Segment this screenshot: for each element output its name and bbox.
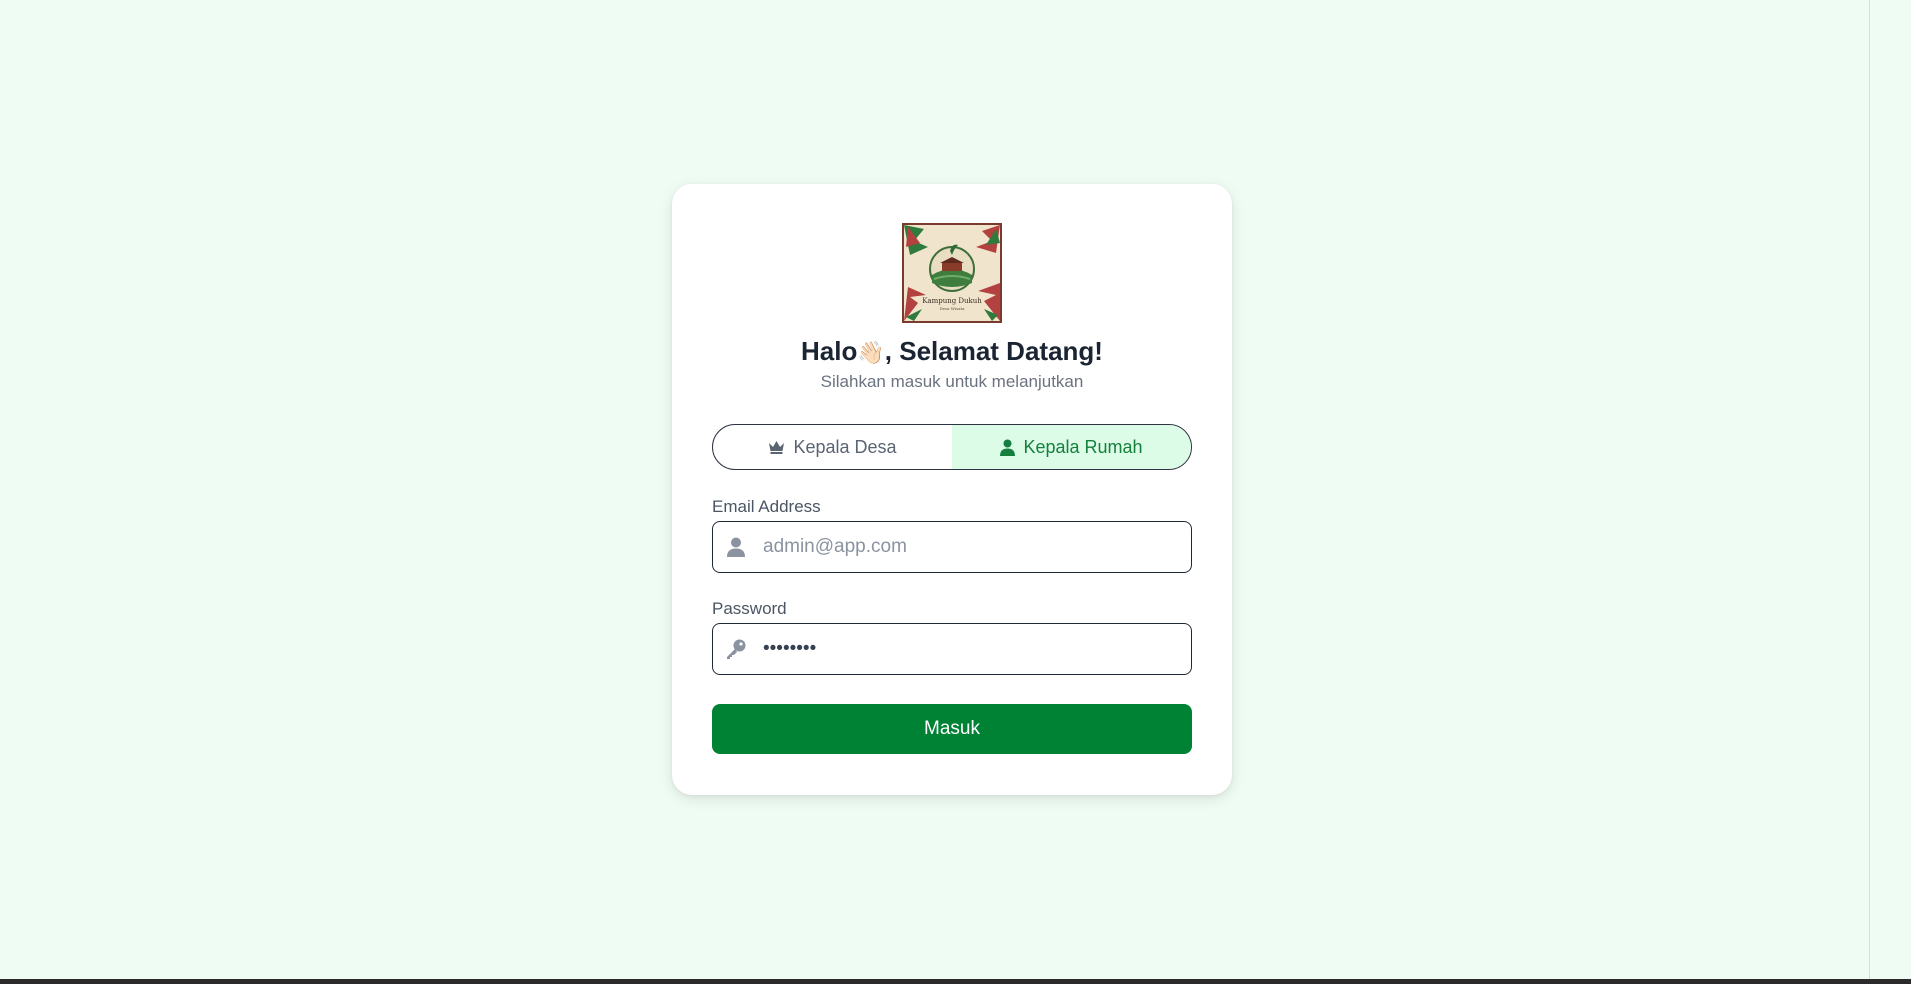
login-card: Kampung Dukuh Desa Wisata Halo👋🏻, Selama… [672, 184, 1232, 795]
role-option-label: Kepala Desa [793, 436, 897, 457]
page-background: Kampung Dukuh Desa Wisata Halo👋🏻, Selama… [0, 0, 1869, 979]
window-edge [1869, 0, 1911, 979]
waving-hand-icon: 👋🏻 [857, 340, 885, 365]
page-subtitle: Silahkan masuk untuk melanjutkan [820, 372, 1084, 391]
crown-icon [769, 441, 785, 454]
logo-title: Kampung Dukuh [922, 297, 982, 305]
role-toggle: Kepala Desa Kepala Rumah [712, 424, 1192, 470]
password-label: Password [712, 599, 787, 618]
email-label: Email Address [712, 497, 821, 516]
password-input[interactable] [763, 624, 1183, 674]
logo-image: Kampung Dukuh Desa Wisata [904, 225, 1000, 321]
logo-subtitle: Desa Wisata [939, 306, 965, 311]
key-icon [727, 639, 746, 659]
village-logo: Kampung Dukuh Desa Wisata [902, 223, 1002, 323]
page-title: Halo👋🏻, Selamat Datang! [672, 336, 1232, 367]
title-suffix: , Selamat Datang! [884, 336, 1103, 366]
role-option-kepala-desa[interactable]: Kepala Desa [713, 425, 952, 469]
role-option-kepala-rumah[interactable]: Kepala Rumah [952, 425, 1191, 469]
title-prefix: Halo [801, 336, 858, 366]
login-submit-button[interactable]: Masuk [712, 704, 1192, 754]
user-icon [1000, 439, 1016, 456]
email-field-wrapper [712, 521, 1192, 573]
role-option-label: Kepala Rumah [1023, 436, 1143, 457]
email-input[interactable] [763, 522, 1183, 572]
password-field-wrapper [712, 623, 1192, 675]
window-bottom-edge [0, 979, 1911, 984]
user-icon [727, 537, 745, 557]
